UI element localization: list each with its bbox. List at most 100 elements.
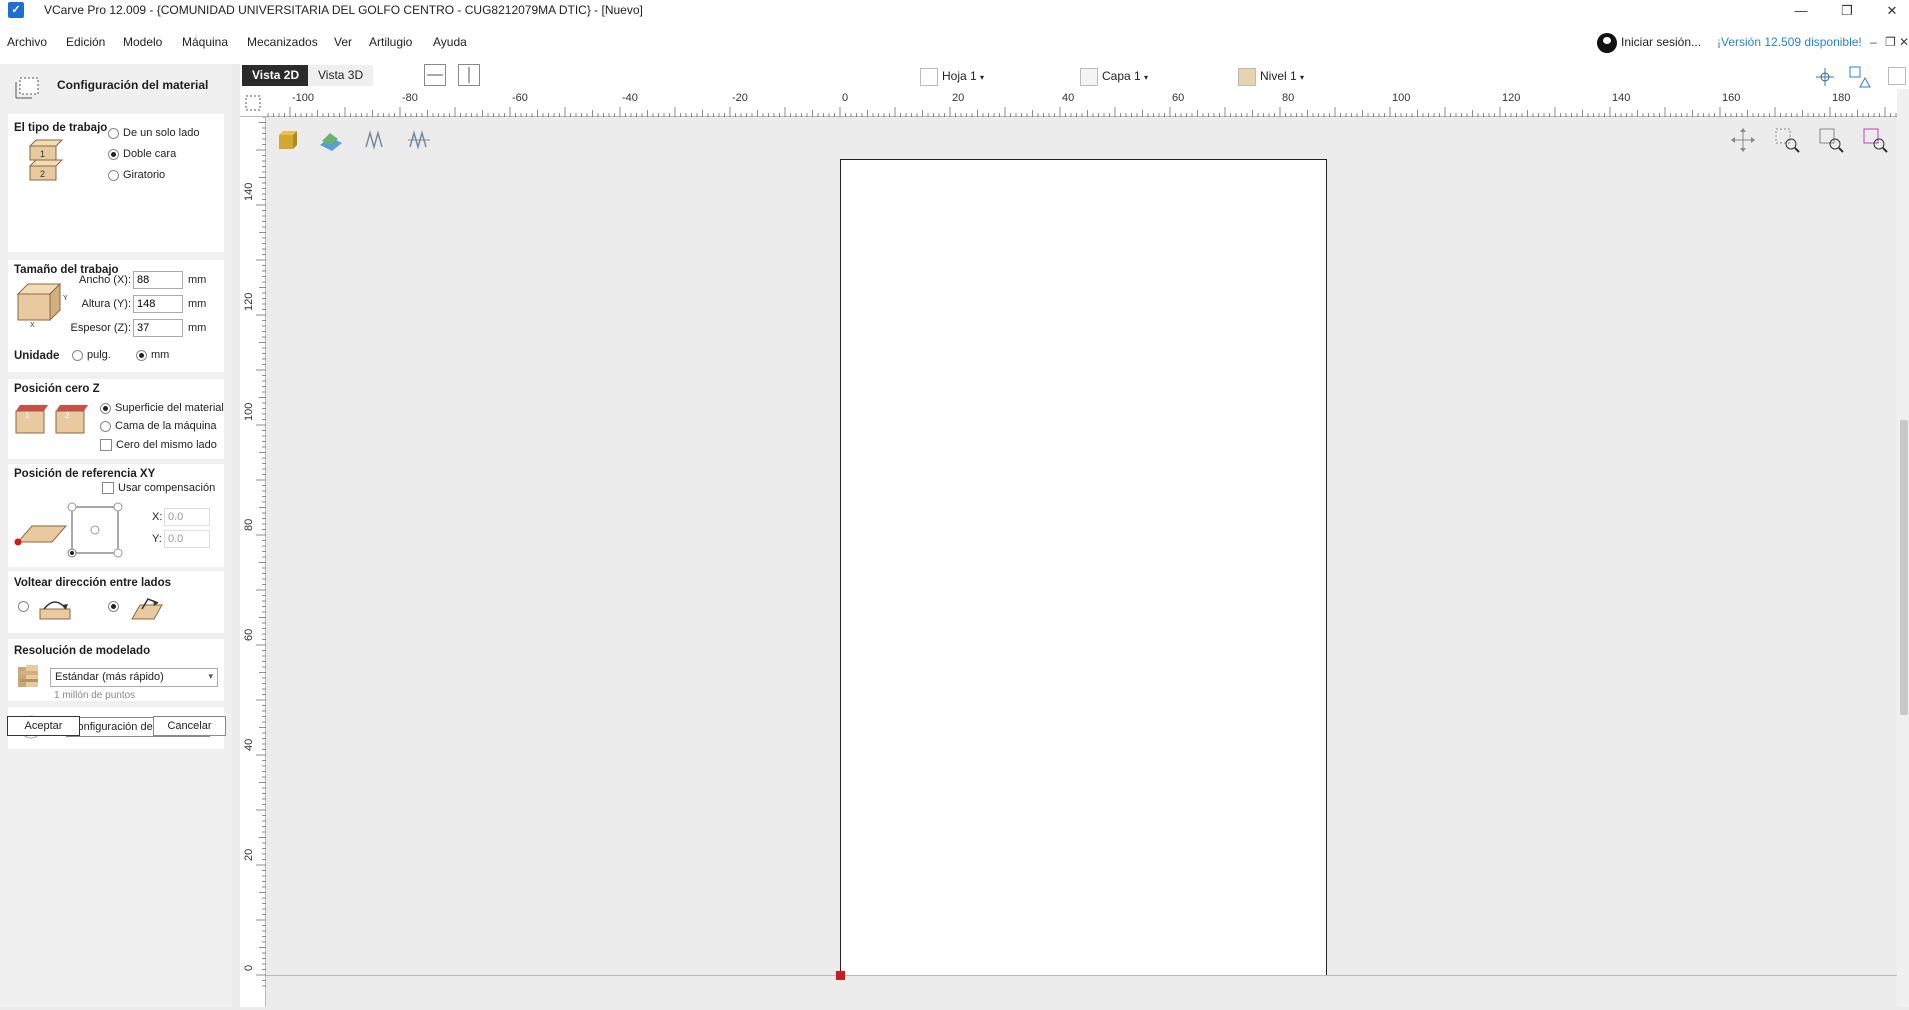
pan-icon[interactable]	[1730, 127, 1756, 153]
ruler-top-label: 40	[1062, 92, 1074, 104]
offset-y-label: Y:	[152, 533, 162, 545]
units-mm-radio[interactable]: mm	[136, 349, 169, 361]
menu-modelo[interactable]: Modelo	[123, 35, 162, 49]
layer-dropdown[interactable]: Capa 1 ▾	[1080, 68, 1148, 86]
svg-text:1: 1	[40, 149, 45, 159]
offset-x-input[interactable]	[164, 508, 210, 526]
toolpath-icon[interactable]	[362, 127, 388, 153]
login-button[interactable]: Iniciar sesión...	[1597, 33, 1701, 53]
ruler-top-label: 80	[1282, 92, 1294, 104]
flip-direction-heading: Voltear dirección entre lados	[14, 577, 172, 589]
width-input[interactable]	[133, 271, 183, 289]
level-label: Nivel 1	[1260, 69, 1297, 84]
flip-horizontal-radio[interactable]	[18, 601, 33, 612]
ruler-top-label: 0	[842, 92, 848, 104]
double-sided-job-icon: 12	[20, 138, 70, 186]
job-type-section: El tipo de trabajo 12 De un solo lado Do…	[8, 114, 224, 252]
z-zero-bed-label: Cama de la máquina	[115, 420, 217, 432]
resolution-dropdown[interactable]: Estándar (más rápido) ▾	[50, 668, 218, 687]
z-zero-section: Posición cero Z 12 Superficie del materi…	[8, 379, 224, 459]
use-offset-checkbox[interactable]: Usar compensación	[102, 482, 215, 494]
z-zero-surface-radio[interactable]: Superficie del material	[100, 402, 224, 414]
zoom-selection-icon[interactable]	[1862, 127, 1888, 153]
ruler-top-label: -60	[512, 92, 528, 104]
cancel-button[interactable]: Cancelar	[153, 716, 226, 736]
mdi-minimize-button[interactable]: –	[1870, 35, 1877, 49]
tab-2d-view[interactable]: Vista 2D	[242, 65, 310, 86]
view-toolbar: Vista 2D Vista 3D Hoja 1 ▾ Capa 1 ▾ Nive…	[240, 64, 1909, 89]
ruler-corner-icon[interactable]	[243, 92, 263, 114]
tab-3d-view[interactable]: Vista 3D	[308, 65, 374, 86]
menu-ver[interactable]: Ver	[334, 35, 352, 49]
app-icon: ✓	[8, 2, 24, 18]
window-title: VCarve Pro 12.009 - {COMUNIDAD UNIVERSIT…	[44, 3, 643, 17]
menu-edicion[interactable]: Edición	[66, 35, 105, 49]
ruler-left-label: 60	[243, 629, 255, 641]
layer-label: Capa 1	[1102, 69, 1141, 84]
zoom-extents-icon[interactable]	[1818, 127, 1844, 153]
flip-direction-section: Voltear dirección entre lados	[8, 571, 224, 633]
job-type-double-radio[interactable]: Doble cara	[108, 148, 176, 160]
z-zero-bed-radio[interactable]: Cama de la máquina	[100, 420, 217, 432]
mdi-close-button[interactable]: ✕	[1899, 35, 1909, 49]
menu-archivo[interactable]: Archivo	[7, 35, 47, 49]
transform-icon[interactable]	[1848, 65, 1872, 89]
job-type-rotary-radio[interactable]: Giratorio	[108, 169, 165, 181]
title-bar: ✓ VCarve Pro 12.009 - {COMUNIDAD UNIVERS…	[0, 0, 1909, 21]
sheet-label: Hoja 1	[942, 69, 977, 84]
menu-bar: Archivo Edición Modelo Máquina Mecanizad…	[0, 21, 1909, 64]
version-link[interactable]: ¡Versión 12.509 disponible!	[1717, 35, 1862, 49]
ruler-top-label: -40	[622, 92, 638, 104]
thickness-field: Espesor (Z): mm	[14, 319, 206, 337]
ruler-left-label: 100	[243, 403, 255, 421]
xy-reference-selector[interactable]	[12, 496, 132, 564]
ruler-top-label: 160	[1722, 92, 1740, 104]
panel-toggle-icon[interactable]	[1888, 67, 1906, 85]
close-button[interactable]: ✕	[1877, 1, 1907, 20]
zoom-box-icon[interactable]	[1774, 127, 1800, 153]
mdi-restore-button[interactable]: ❐	[1885, 35, 1896, 49]
menu-ayuda[interactable]: Ayuda	[433, 35, 467, 49]
layer-icon	[1080, 68, 1098, 86]
vertical-ruler: 140 120 100 80 60 40 20 0	[240, 116, 266, 1007]
split-horizontal-icon[interactable]	[424, 64, 446, 86]
units-inches-radio[interactable]: pulg.	[72, 349, 111, 361]
svg-text:1: 1	[25, 411, 30, 420]
menu-artilugio[interactable]: Artilugio	[369, 35, 412, 49]
job-type-double-label: Doble cara	[123, 148, 177, 160]
flip-vertical-radio[interactable]	[108, 601, 123, 612]
chevron-down-icon: ▾	[208, 671, 213, 681]
same-side-zero-label: Cero del mismo lado	[116, 439, 217, 451]
restore-button[interactable]: ❐	[1832, 1, 1862, 20]
ruler-left-label: 40	[243, 739, 255, 751]
height-field: Altura (Y): mm	[14, 295, 206, 313]
ruler-top-label: -20	[732, 92, 748, 104]
material-block-icon[interactable]	[275, 127, 301, 153]
svg-text:2: 2	[40, 169, 45, 179]
horizontal-ruler: -100 -80 -60 -40 -20 0 20 40 60 80 100 120 140 160 180	[240, 89, 1909, 117]
job-type-single-radio[interactable]: De un solo lado	[108, 127, 199, 139]
split-vertical-icon[interactable]	[458, 64, 480, 86]
offset-y-input[interactable]	[164, 530, 210, 548]
offset-x-label: X:	[152, 511, 163, 523]
level-dropdown[interactable]: Nivel 1 ▾	[1238, 68, 1304, 86]
ruler-top-label: -80	[402, 92, 418, 104]
minimize-button[interactable]: —	[1786, 1, 1816, 20]
texture-icon[interactable]	[318, 127, 344, 153]
resolution-icon	[14, 661, 44, 691]
xy-reference-heading: Posición de referencia XY	[14, 468, 156, 480]
menu-mecanizados[interactable]: Mecanizados	[247, 35, 318, 49]
snap-icon[interactable]	[1814, 66, 1836, 88]
toolpath-preview-icon[interactable]	[406, 127, 432, 153]
thickness-input[interactable]	[133, 319, 183, 337]
z-zero-icon: 12	[14, 403, 94, 437]
sheet-dropdown[interactable]: Hoja 1 ▾	[920, 68, 984, 86]
scrollbar-thumb[interactable]	[1900, 420, 1908, 715]
ok-button[interactable]: Aceptar	[7, 716, 80, 736]
height-input[interactable]	[133, 295, 183, 313]
material-sheet[interactable]	[840, 159, 1327, 976]
sheet-chevron-icon: ▾	[980, 73, 985, 83]
level-icon	[1238, 68, 1256, 86]
same-side-zero-checkbox[interactable]: Cero del mismo lado	[100, 439, 217, 451]
menu-maquina[interactable]: Máquina	[182, 35, 228, 49]
